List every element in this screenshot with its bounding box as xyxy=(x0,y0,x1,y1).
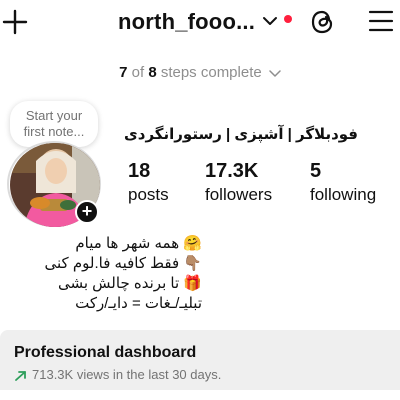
add-story-button[interactable]: + xyxy=(75,200,99,224)
steps-total: 8 xyxy=(148,64,157,81)
plus-icon[interactable] xyxy=(1,8,29,36)
steps-label: steps complete xyxy=(160,64,262,81)
chevron-down-icon xyxy=(269,70,281,77)
note-placeholder-line1: Start your xyxy=(25,108,83,123)
dashboard-views-text: 713.3K views in the last 30 days. xyxy=(32,367,222,382)
dashboard-views: 713.3K views in the last 30 days. xyxy=(14,367,221,382)
stat-following[interactable]: 5 following xyxy=(310,160,376,205)
notification-dot xyxy=(284,15,292,23)
bio-line: 👇🏽 فقط کافیه فا.لوم کنی xyxy=(44,255,202,272)
stat-followers-label: followers xyxy=(205,185,273,204)
dashboard-title: Professional dashboard xyxy=(14,344,197,361)
stat-following-label: following xyxy=(310,185,377,204)
note-placeholder-line2: first note... xyxy=(23,124,85,139)
bio-line: 🎁 تا برنده چالش بشی xyxy=(57,275,202,292)
threads-icon[interactable] xyxy=(310,8,336,36)
bio-line: 🤗 همه شهر ها میام xyxy=(75,235,202,252)
profile-steps-progress[interactable]: 7 of 8 steps complete xyxy=(0,64,400,81)
profile-bio: 🤗 همه شهر ها میام 👇🏽 فقط کافیه فا.لوم کن… xyxy=(2,234,202,314)
display-name: فودبلاگر | آشپزی | رستورانگردی xyxy=(124,126,358,143)
trend-up-icon xyxy=(15,370,26,381)
stat-followers-value: 17.3K xyxy=(205,160,259,182)
top-bar: north_fooo... xyxy=(0,0,400,46)
stat-followers[interactable]: 17.3K followers xyxy=(205,160,272,205)
stat-posts-value: 18 xyxy=(128,160,151,182)
stat-following-value: 5 xyxy=(310,160,322,182)
chevron-down-icon[interactable] xyxy=(262,14,278,28)
stat-posts-label: posts xyxy=(128,185,169,204)
menu-icon[interactable] xyxy=(368,9,394,33)
account-username[interactable]: north_fooo... xyxy=(118,9,255,35)
bio-line: تبلیـ/ـغات = دایـ/رکت xyxy=(75,295,202,312)
steps-of: of xyxy=(131,64,145,81)
stat-posts[interactable]: 18 posts xyxy=(128,160,169,205)
steps-done: 7 xyxy=(119,64,128,81)
